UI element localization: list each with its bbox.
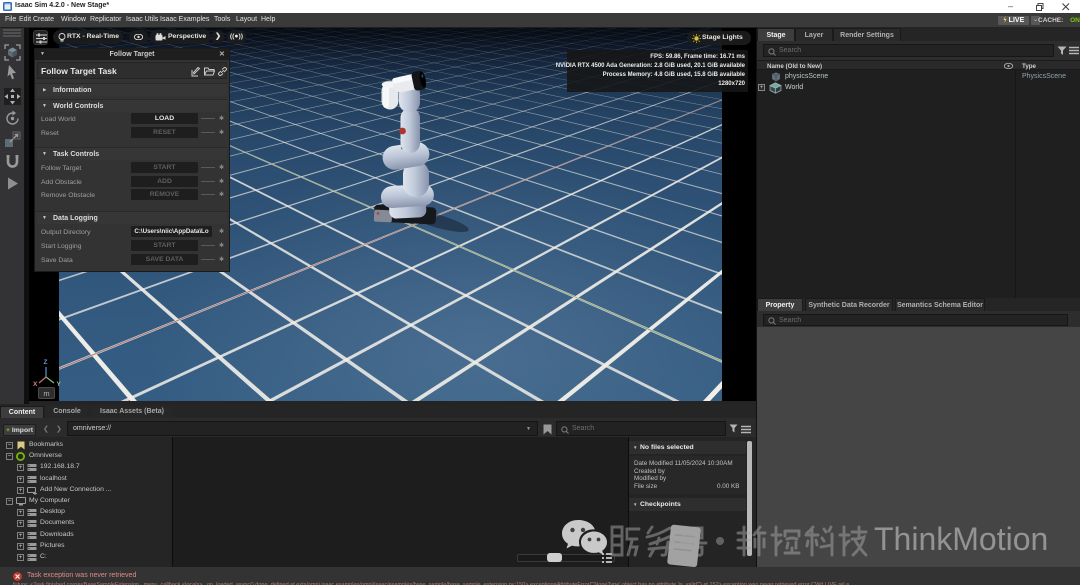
svg-text:X: X — [33, 381, 38, 388]
svg-text:Z: Z — [44, 359, 48, 366]
svg-text:Y: Y — [57, 381, 62, 388]
